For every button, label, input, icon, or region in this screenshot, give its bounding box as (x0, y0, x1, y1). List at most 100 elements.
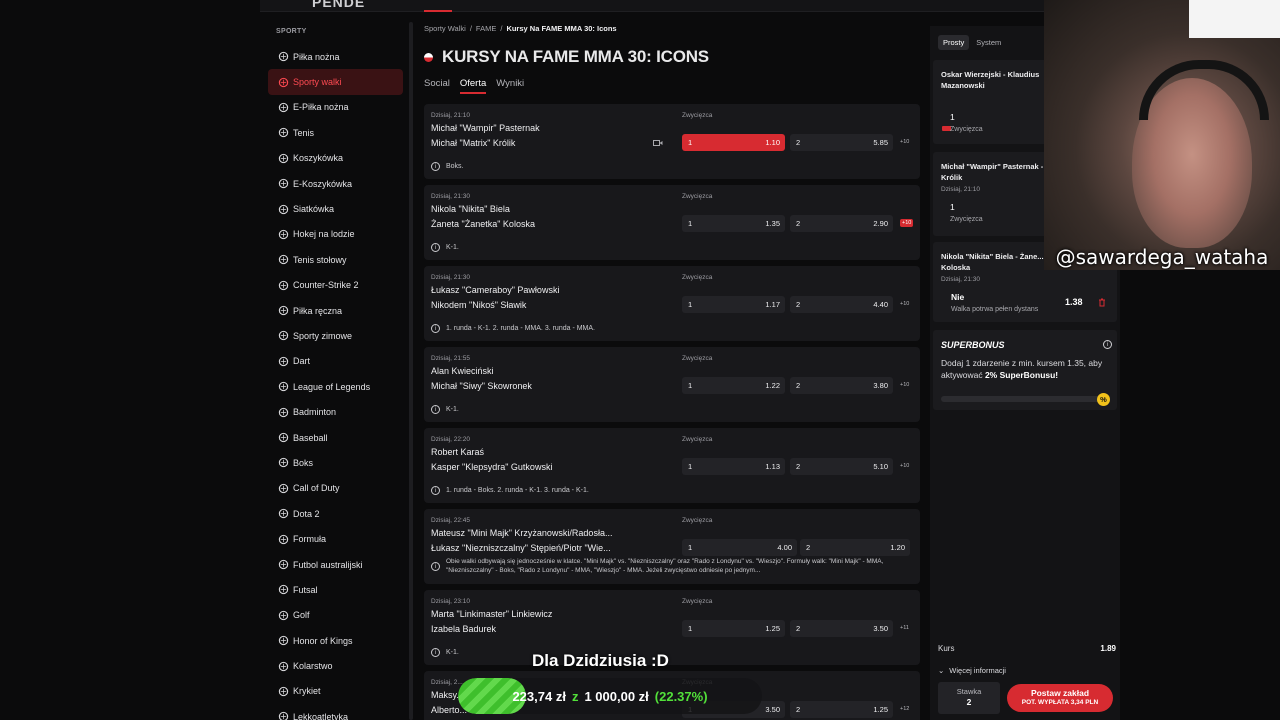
odd-button-1[interactable]: 1 1.22 (682, 377, 785, 394)
more-markets-button[interactable]: +11 (900, 625, 909, 631)
bet-pick: 1 (950, 112, 955, 122)
breadcrumb-fame[interactable]: FAME (476, 24, 496, 38)
odd-button-1[interactable]: 1 1.17 (682, 296, 785, 313)
sidebar-item-tenis-stołowy[interactable]: Tenis stołowy (268, 247, 403, 272)
stake-input[interactable]: Stawka 2 (938, 682, 1000, 714)
place-bet-button[interactable]: Postaw zakład POT. WYPŁATA 3,34 PLN (1007, 684, 1113, 712)
odd-button-2[interactable]: 2 3.80 (790, 377, 893, 394)
more-markets-button[interactable]: +12 (900, 706, 909, 712)
tab-prosty[interactable]: Prosty (938, 35, 970, 50)
event-time: Dzisiaj, 23:10 (431, 598, 471, 605)
fighter-1[interactable]: Marta "Linkimaster" Linkiewicz (431, 609, 552, 619)
fighter-1[interactable]: Łukasz "Cameraboy" Pawłowski (431, 285, 559, 295)
sidebar-item-futbol-australijski[interactable]: Futbol australijski (268, 552, 403, 577)
sidebar-item-call-of-duty[interactable]: Call of Duty (268, 476, 403, 501)
superbonus-text-bold: 2% SuperBonusu! (984, 370, 1059, 380)
sidebar-item-dart[interactable]: Dart (268, 349, 403, 374)
odd-button-2[interactable]: 2 5.85 (790, 134, 893, 151)
sidebar-item-hokej-na-lodzie[interactable]: Hokej na lodzie (268, 222, 403, 247)
fighter-2[interactable]: Kasper "Klepsydra" Gutkowski (431, 462, 552, 472)
fighter-2[interactable]: Michał "Siwy" Skowronek (431, 381, 532, 391)
sidebar-item-futsal[interactable]: Futsal (268, 577, 403, 602)
fighter-1[interactable]: Michał "Wampir" Pasternak (431, 123, 540, 133)
fighter-1[interactable]: Alan Kwieciński (431, 366, 494, 376)
fighter-2[interactable]: Izabela Badurek (431, 624, 496, 634)
sidebar-item-krykiet[interactable]: Krykiet (268, 679, 403, 704)
sidebar-item-koszykówka[interactable]: Koszykówka (268, 146, 403, 171)
fighter-2[interactable]: Łukasz "Niezniszczalny" Stępień/Piotr "W… (431, 543, 611, 553)
tab-system[interactable]: System (971, 35, 1006, 50)
cricket-icon (277, 685, 289, 697)
sidebar-item-tenis[interactable]: Tenis (268, 120, 403, 145)
odd-button-1[interactable]: 1 1.25 (682, 620, 785, 637)
odd-value: 1.20 (890, 543, 905, 552)
info-icon[interactable]: i (1103, 340, 1112, 349)
sidebar-item-baseball[interactable]: Baseball (268, 425, 403, 450)
video-camera-icon[interactable] (653, 139, 663, 147)
info-icon: i (431, 562, 440, 571)
bet-event-name: Michał "Wampir" Pasternak - Królik Dzisia… (941, 161, 1051, 195)
odd-button-2[interactable]: 2 1.25 (790, 701, 893, 718)
event-note: i Boks. (431, 162, 464, 171)
sidebar-item-honor-of-kings[interactable]: Honor of Kings (268, 628, 403, 653)
fighter-1[interactable]: Robert Karaś (431, 447, 484, 457)
odd-label: 1 (688, 543, 693, 552)
trash-icon[interactable] (1098, 298, 1106, 307)
event-card[interactable]: Dzisiaj, 23:10 Marta "Linkimaster" Linkie… (424, 590, 920, 665)
sidebar-item-league-of-legends[interactable]: League of Legends (268, 374, 403, 399)
fighter-1[interactable]: Mateusz "Mini Majk" Krzyżanowski/Radosła… (431, 528, 612, 538)
fighter-2[interactable]: Nikodem "Nikoś" Sławik (431, 300, 526, 310)
sidebar-item-badminton[interactable]: Badminton (268, 399, 403, 424)
event-card[interactable]: Dzisiaj, 21:55 Alan Kwieciński Michał "Siw… (424, 347, 920, 422)
odd-button-1[interactable]: 1 4.00 (682, 539, 797, 556)
event-card[interactable]: Dzisiaj, 21:30 Nikola "Nikita" Biela Żanet… (424, 185, 920, 260)
odd-button-2[interactable]: 2 3.50 (790, 620, 893, 637)
odd-button-2[interactable]: 2 5.10 (790, 458, 893, 475)
event-card[interactable]: Dzisiaj, 21:10 Michał "Wampir" Pasternak M… (424, 104, 920, 179)
more-info-toggle[interactable]: ⌄ Więcej informacji (938, 666, 1006, 675)
fighter-2[interactable]: Żaneta "Żanetka" Koloska (431, 219, 535, 229)
sidebar-item-piłka-ręczna[interactable]: Piłka ręczna (268, 298, 403, 323)
sidebar-scrollbar[interactable] (409, 22, 413, 720)
sidebar-item-siatkówka[interactable]: Siatkówka (268, 196, 403, 221)
more-markets-button[interactable]: +10 (900, 219, 914, 227)
sidebar-item-label: Tenis (293, 127, 315, 138)
odd-value: 4.40 (873, 300, 888, 309)
odd-button-1[interactable]: 1 1.35 (682, 215, 785, 232)
sidebar-item-golf[interactable]: Golf (268, 603, 403, 628)
event-card[interactable]: Dzisiaj, 22:20 Robert Karaś Kasper "Klepsy… (424, 428, 920, 503)
odd-button-1[interactable]: 1 1.10 (682, 134, 785, 151)
odd-button-1[interactable]: 1 1.13 (682, 458, 785, 475)
sidebar-item-e-koszykówka[interactable]: E-Koszykówka (268, 171, 403, 196)
tab-social[interactable]: Social (424, 78, 450, 94)
sidebar-item-e-piłka-nożna[interactable]: E-Piłka nożna (268, 95, 403, 120)
breadcrumb-sporty-walki[interactable]: Sporty Walki (424, 24, 466, 38)
sidebar-item-dota-2[interactable]: Dota 2 (268, 501, 403, 526)
stake-value: 2 (966, 697, 972, 707)
event-card[interactable]: Dzisiaj, 21:30 Łukasz "Cameraboy" Pawłows… (424, 266, 920, 341)
sidebar-item-label: Futsal (293, 584, 318, 595)
market-label: Zwycięzca (682, 112, 713, 119)
fighter-1[interactable]: Nikola "Nikita" Biela (431, 204, 510, 214)
sidebar-item-lekkoatletyka[interactable]: Lekkoatletyka (268, 704, 403, 720)
more-markets-button[interactable]: +10 (900, 382, 909, 388)
sidebar-item-counter-strike-2[interactable]: Counter-Strike 2 (268, 273, 403, 298)
site-logo[interactable]: PENDE (312, 0, 365, 10)
sidebar-item-piłka-nożna[interactable]: Piłka nożna (268, 44, 403, 69)
fighter-2[interactable]: Michał "Matrix" Królik (431, 138, 515, 148)
more-markets-button[interactable]: +10 (900, 301, 909, 307)
tab-oferta[interactable]: Oferta (459, 78, 487, 94)
percent-badge-icon: % (1097, 393, 1110, 406)
odd-button-2[interactable]: 2 1.20 (800, 539, 910, 556)
sidebar-item-kolarstwo[interactable]: Kolarstwo (268, 653, 403, 678)
more-markets-button[interactable]: +10 (900, 139, 909, 145)
odd-button-2[interactable]: 2 4.40 (790, 296, 893, 313)
sidebar-item-sporty-zimowe[interactable]: Sporty zimowe (268, 323, 403, 348)
sidebar-item-formuła[interactable]: Formuła (268, 526, 403, 551)
more-markets-button[interactable]: +10 (900, 463, 909, 469)
sidebar-item-sporty-walki[interactable]: Sporty walki (268, 69, 403, 95)
tab-wyniki[interactable]: Wyniki (496, 78, 524, 94)
event-card[interactable]: Dzisiaj, 22:45 Mateusz "Mini Majk" Krzyża… (424, 509, 920, 584)
sidebar-item-boks[interactable]: Boks (268, 450, 403, 475)
odd-button-2[interactable]: 2 2.90 (790, 215, 893, 232)
